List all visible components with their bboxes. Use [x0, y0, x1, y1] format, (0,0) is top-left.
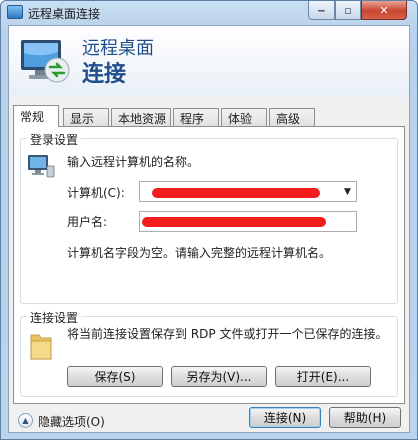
computer-label: 计算机(C):: [67, 186, 125, 200]
title-bar[interactable]: 远程桌面连接 ‒ ▫ ✕: [1, 1, 417, 25]
tab-general[interactable]: 常规: [13, 105, 59, 127]
tab-label: 程序: [180, 112, 205, 126]
username-field[interactable]: [139, 211, 357, 232]
login-settings-title: 登录设置: [27, 131, 82, 148]
login-instruction: 输入远程计算机的名称。: [67, 155, 200, 169]
dialog-client-area: 远程桌面 连接 常规 显示 本地资源 程序 体验 高级 登录设置 输入远程计算机…: [8, 25, 410, 433]
login-settings-group: 登录设置 输入远程计算机的名称。 计算机(C): ▼ 用户名: 计算机名字段为空…: [20, 131, 398, 304]
tab-advanced[interactable]: 高级: [269, 108, 315, 126]
save-button[interactable]: 保存(S): [67, 366, 163, 387]
maximize-button[interactable]: ▫: [335, 1, 361, 20]
dropdown-arrow-icon[interactable]: ▼: [339, 182, 356, 201]
header-banner: 远程桌面 连接: [9, 26, 409, 97]
folder-icon: [30, 334, 52, 360]
tab-label: 本地资源: [118, 112, 167, 126]
general-tab-panel: 登录设置 输入远程计算机的名称。 计算机(C): ▼ 用户名: 计算机名字段为空…: [13, 126, 405, 404]
collapse-chevron-icon[interactable]: ▲: [18, 413, 33, 428]
tab-label: 常规: [20, 110, 45, 124]
connection-settings-title: 连接设置: [27, 309, 82, 326]
header-title-line2: 连接: [82, 62, 127, 87]
close-button[interactable]: ✕: [361, 1, 407, 20]
hide-options-link[interactable]: 隐藏选项(O): [38, 413, 105, 430]
tab-display[interactable]: 显示: [63, 108, 109, 126]
app-icon: [7, 5, 23, 19]
window-title: 远程桌面连接: [28, 7, 101, 21]
maximize-icon: ▫: [344, 3, 352, 17]
tab-programs[interactable]: 程序: [173, 108, 219, 126]
connect-button[interactable]: 连接(N): [249, 407, 321, 428]
save-as-button[interactable]: 另存为(V)...: [171, 366, 267, 387]
redaction-mark: [142, 217, 326, 227]
login-hint: 计算机名字段为空。请输入完整的远程计算机名。: [67, 246, 332, 260]
computer-combobox[interactable]: ▼: [139, 181, 357, 202]
connection-settings-group: 连接设置 将当前连接设置保存到 RDP 文件或打开一个已保存的连接。 保存(S)…: [20, 309, 398, 397]
tab-label: 高级: [276, 112, 301, 126]
tab-local-resources[interactable]: 本地资源: [111, 108, 171, 126]
computer-icon: [28, 155, 55, 178]
minimize-icon: ‒: [317, 3, 326, 17]
connection-description: 将当前连接设置保存到 RDP 文件或打开一个已保存的连接。: [67, 327, 388, 341]
close-icon: ✕: [379, 3, 389, 17]
tab-label: 显示: [70, 112, 95, 126]
username-label: 用户名:: [67, 215, 108, 229]
help-button[interactable]: 帮助(H): [329, 407, 401, 428]
remote-desktop-window: 远程桌面连接 ‒ ▫ ✕ 远程桌面 连接 常规 显示 本地资源 程序 体验 高级: [0, 0, 418, 440]
remote-desktop-icon: [21, 40, 70, 83]
tab-label: 体验: [228, 112, 253, 126]
open-button[interactable]: 打开(E)...: [275, 366, 371, 387]
minimize-button[interactable]: ‒: [308, 1, 335, 20]
redaction-mark: [152, 188, 320, 198]
tab-experience[interactable]: 体验: [221, 108, 267, 126]
